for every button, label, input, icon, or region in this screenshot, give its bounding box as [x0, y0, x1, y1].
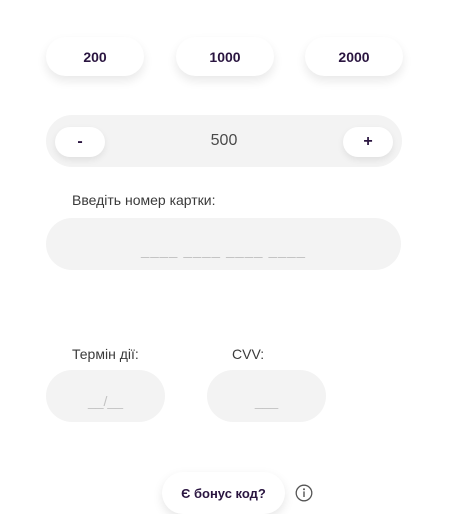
cvv-input[interactable] [207, 370, 326, 422]
amount-preset-2000[interactable]: 2000 [305, 37, 403, 76]
amount-stepper: 500 - + [46, 115, 402, 167]
expiry-label: Термін дії: [72, 346, 139, 362]
card-number-input[interactable] [46, 218, 401, 270]
bonus-code-button[interactable]: Є бонус код? [162, 472, 285, 514]
card-number-label: Введіть номер картки: [72, 192, 216, 208]
cvv-label: CVV: [232, 346, 265, 362]
decrement-button[interactable]: - [55, 127, 105, 157]
increment-button[interactable]: + [343, 127, 393, 157]
amount-preset-1000[interactable]: 1000 [176, 37, 274, 76]
amount-preset-200[interactable]: 200 [46, 37, 144, 76]
info-icon[interactable] [295, 484, 313, 502]
expiry-input[interactable] [46, 370, 165, 422]
